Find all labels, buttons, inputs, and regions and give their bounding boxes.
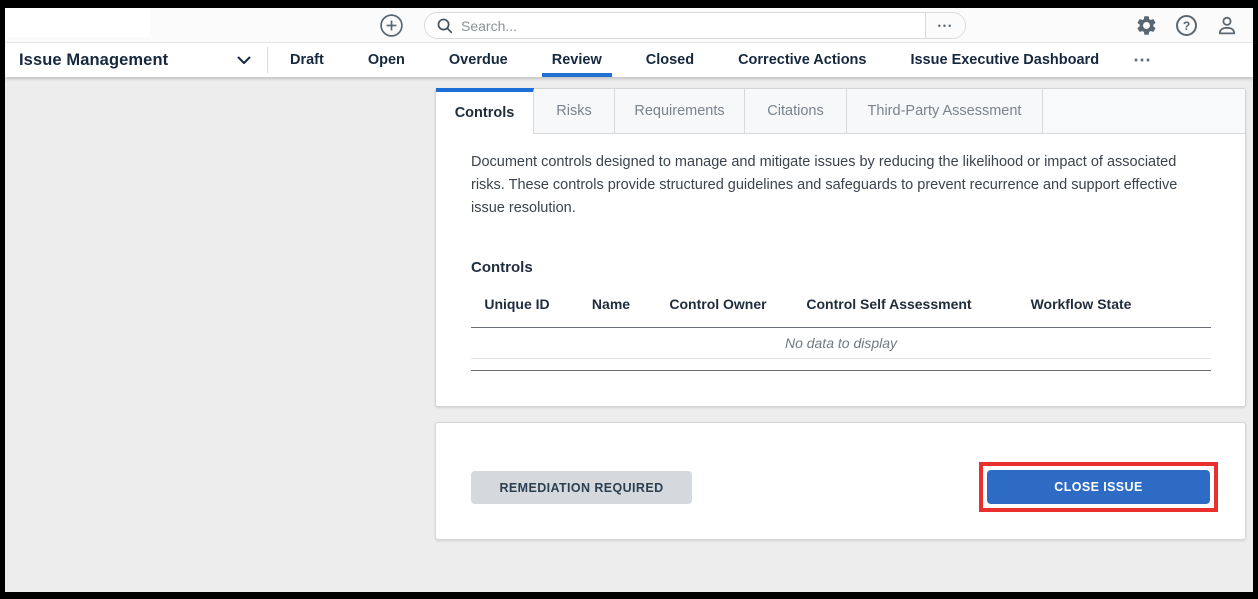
help-button[interactable]: ? <box>1176 15 1197 36</box>
tab-third-party-assessment[interactable]: Third-Party Assessment <box>847 89 1043 134</box>
settings-button[interactable] <box>1135 14 1158 37</box>
content-area: Controls Risks Requirements Citations Th… <box>5 77 1253 592</box>
detail-tabs: Controls Risks Requirements Citations Th… <box>436 88 1245 134</box>
controls-card: Controls Risks Requirements Citations Th… <box>435 88 1246 407</box>
chevron-down-icon <box>237 56 251 65</box>
tabstrip-filler <box>1043 89 1245 134</box>
tab-risks[interactable]: Risks <box>534 89 615 134</box>
nav-overflow-button[interactable]: ⋯ <box>1121 43 1164 77</box>
global-search: ••• <box>424 12 966 39</box>
tab-citations[interactable]: Citations <box>745 89 847 134</box>
app-navbar: Issue Management Draft Open Overdue Revi… <box>5 43 1253 77</box>
app-window: ••• ? Issue Management <box>5 8 1253 592</box>
search-options-button[interactable]: ••• <box>925 13 965 38</box>
top-utility-bar: ••• ? <box>5 8 1253 43</box>
help-icon: ? <box>1176 15 1197 36</box>
column-control-self-assessment: Control Self Assessment <box>806 295 972 312</box>
nav-link-draft[interactable]: Draft <box>280 43 334 77</box>
plus-circle-icon <box>379 13 404 38</box>
gear-icon <box>1135 14 1158 37</box>
nav-link-review[interactable]: Review <box>541 43 612 77</box>
controls-table-header: Unique ID Name Control Owner Control Sel… <box>471 296 1211 312</box>
remediation-required-button[interactable]: REMEDIATION REQUIRED <box>471 471 692 504</box>
app-switcher[interactable]: Issue Management <box>5 43 267 77</box>
search-input[interactable] <box>461 17 925 34</box>
add-button[interactable] <box>379 13 404 38</box>
tab-requirements[interactable]: Requirements <box>615 89 745 134</box>
nav-link-corrective-actions[interactable]: Corrective Actions <box>728 43 876 77</box>
column-unique-id: Unique ID <box>484 295 550 312</box>
column-workflow-state: Workflow State <box>1030 295 1132 312</box>
table-empty-message: No data to display <box>471 328 1211 359</box>
close-issue-button[interactable]: CLOSE ISSUE <box>987 470 1210 504</box>
controls-section-title: Controls <box>471 258 533 276</box>
workflow-actions-card: REMEDIATION REQUIRED CLOSE ISSUE <box>435 422 1246 540</box>
controls-description: Document controls designed to manage and… <box>471 154 1178 217</box>
screenshot-frame: ••• ? Issue Management <box>0 0 1258 599</box>
nav-link-closed[interactable]: Closed <box>636 43 704 77</box>
nav-link-issue-executive-dashboard[interactable]: Issue Executive Dashboard <box>900 43 1109 77</box>
topbar-left-panel <box>5 8 150 37</box>
column-name: Name <box>591 295 631 312</box>
profile-button[interactable] <box>1215 14 1239 38</box>
nav-link-open[interactable]: Open <box>358 43 415 77</box>
column-control-owner: Control Owner <box>669 295 767 312</box>
person-icon <box>1215 14 1239 38</box>
search-icon <box>436 17 453 34</box>
annotation-highlight-box: CLOSE ISSUE <box>979 462 1218 512</box>
tab-controls[interactable]: Controls <box>436 88 534 134</box>
nav-link-overdue[interactable]: Overdue <box>439 43 518 77</box>
table-bottom-rule <box>471 369 1211 371</box>
app-title: Issue Management <box>19 50 169 69</box>
controls-table: Unique ID Name Control Owner Control Sel… <box>471 296 1211 371</box>
controls-panel: Document controls designed to manage and… <box>436 134 1245 406</box>
navbar-links: Draft Open Overdue Review Closed Correct… <box>268 43 1164 77</box>
